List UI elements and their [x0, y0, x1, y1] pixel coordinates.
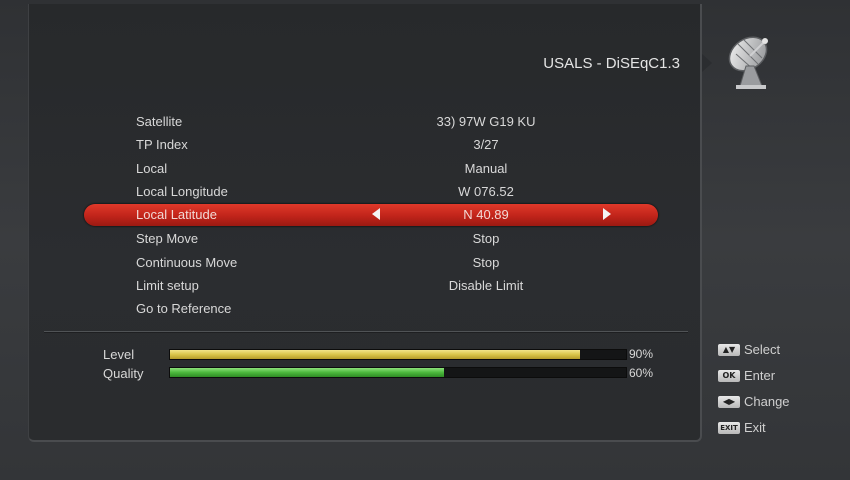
ok-key-icon: OK	[718, 370, 740, 382]
menu-row-satellite[interactable]: Satellite 33) 97W G19 KU	[84, 111, 658, 133]
menu-label: Step Move	[136, 231, 199, 246]
divider	[44, 331, 688, 333]
menu-row-continuous-move[interactable]: Continuous Move Stop	[84, 252, 658, 274]
level-bar	[169, 349, 627, 360]
level-percent: 90%	[629, 347, 654, 361]
menu-row-local[interactable]: Local Manual	[84, 158, 658, 180]
satellite-dish-icon	[728, 36, 768, 89]
up-down-key-icon: ▲▼	[718, 344, 740, 356]
menu-value: W 076.52	[458, 184, 514, 199]
help-text: Exit	[744, 420, 766, 435]
quality-percent: 60%	[629, 366, 654, 380]
menu-value: 33) 97W G19 KU	[436, 114, 536, 129]
menu-value: Manual	[464, 161, 508, 176]
level-bar-fill	[170, 350, 581, 359]
menu-label: Satellite	[136, 114, 183, 129]
quality-label: Quality	[103, 366, 144, 381]
menu-label: Local Latitude	[136, 207, 217, 222]
help-text: Enter	[744, 368, 776, 383]
quality-bar	[169, 367, 627, 378]
menu-label: TP Index	[136, 137, 188, 152]
menu-row-go-to-reference[interactable]: Go to Reference	[84, 298, 658, 320]
menu-label: Continuous Move	[136, 255, 238, 270]
menu-label: Limit setup	[136, 278, 199, 293]
menu-label: Local	[136, 161, 168, 176]
menu-row-local-longitude[interactable]: Local Longitude W 076.52	[84, 181, 658, 203]
help-text: Change	[744, 394, 790, 409]
menu-value: Stop	[472, 255, 500, 270]
menu-value: Stop	[472, 231, 500, 246]
help-text: Select	[744, 342, 781, 357]
left-right-key-icon: ◀▶	[718, 396, 740, 408]
level-label: Level	[103, 347, 135, 362]
menu-label: Local Longitude	[136, 184, 228, 199]
arrow-right-icon[interactable]	[603, 208, 611, 220]
title-notch	[702, 54, 712, 72]
menu-value: 3/27	[473, 137, 499, 152]
page-title: USALS - DiSEqC1.3	[543, 55, 680, 72]
exit-key-icon: EXIT	[718, 422, 740, 434]
menu-row-tp-index[interactable]: TP Index 3/27	[84, 134, 658, 156]
menu-row-step-move[interactable]: Step Move Stop	[84, 228, 658, 250]
menu-value: Disable Limit	[448, 278, 524, 293]
menu-row-local-latitude[interactable]: Local Latitude N 40.89	[84, 204, 658, 226]
quality-bar-fill	[170, 368, 444, 377]
menu-value: N 40.89	[463, 207, 509, 222]
receiver-screen: USALS - DiSEqC1.3 Satellite 33) 97W G19 …	[0, 0, 850, 480]
menu-label: Go to Reference	[136, 301, 232, 316]
menu-row-limit-setup[interactable]: Limit setup Disable Limit	[84, 275, 658, 297]
